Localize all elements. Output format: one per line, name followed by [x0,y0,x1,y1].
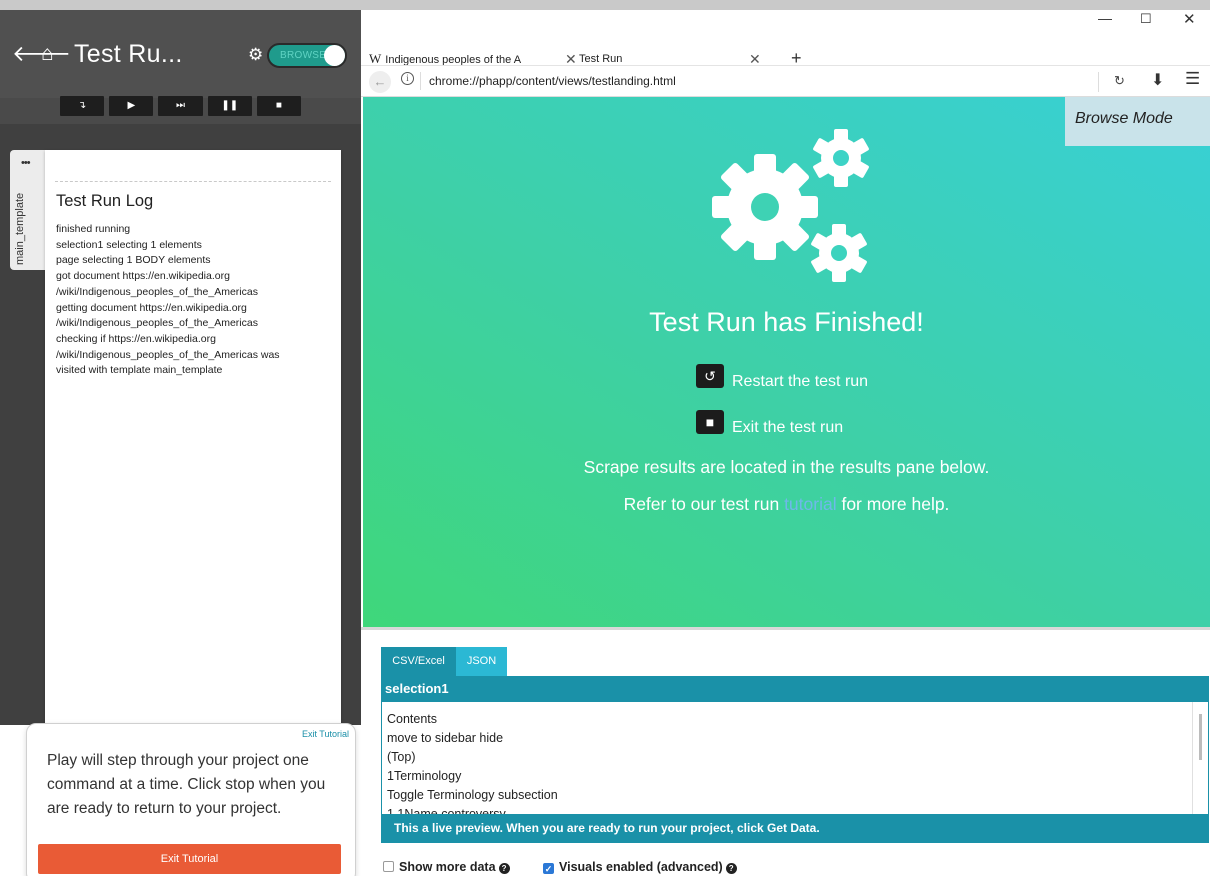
restart-label[interactable]: Restart the test run [732,373,868,390]
scrape-message: Scrape results are located in the result… [583,457,990,477]
skip-forward-icon: ⏭ [176,100,185,111]
scrollbar[interactable] [1192,702,1208,814]
log-line: got document https://en.wikipedia.org [56,270,230,283]
visuals-option[interactable]: ✓ Visuals enabled (advanced)? [543,860,737,874]
step-button[interactable]: ↴ [60,96,105,116]
exit-label[interactable]: Exit the test run [732,419,843,436]
help-suffix: for more help. [836,494,950,514]
preview-notice: This a live preview. When you are ready … [381,814,1209,843]
tab-label: Test Run [579,53,623,65]
help-icon[interactable]: ? [725,863,737,874]
log-line: /wiki/Indigenous_peoples_of_the_Americas [56,317,258,330]
pause-icon: ❚❚ [221,100,239,111]
download-icon[interactable]: ⬇ [1151,70,1164,90]
app-title: Test Ru... [74,40,183,68]
list-item: 1Terminology [387,769,462,783]
visuals-label: Visuals enabled (advanced) [559,860,723,874]
restart-icon[interactable]: ↺ [696,364,724,388]
tab-csv-excel[interactable]: CSV/Excel [381,647,456,676]
tutorial-text: Play will step through your project one … [47,752,326,817]
stop-icon[interactable]: ■ [696,410,724,434]
list-item: move to sidebar hide [387,731,504,745]
pause-button[interactable]: ❚❚ [207,96,252,116]
log-title: Test Run Log [56,192,154,210]
selection-header: selection1 [381,676,1209,702]
minimize-icon[interactable]: — [1098,10,1112,26]
list-item: Contents [387,712,438,726]
app-header: 🡐 ⌂ Test Ru... ⚙ BROWSE [0,10,361,98]
browser-window: — ☐ ✕ W Indigenous peoples of the A ✕ Tes… [361,0,1210,876]
log-line: /wiki/Indigenous_peoples_of_the_Americas [56,285,258,298]
maximize-icon[interactable]: ☐ [1140,11,1152,27]
url-input[interactable]: chrome://phapp/content/views/testlanding… [429,74,676,88]
scrollbar-thumb[interactable] [1199,714,1202,760]
show-more-checkbox[interactable] [383,861,394,872]
log-lines: finished running selection1 selecting 1 … [56,222,336,379]
browse-toggle-label: BROWSE [280,50,327,61]
window-top-strip [0,0,361,10]
url-bar: ← i chrome://phapp/content/views/testlan… [361,65,1210,97]
title-bar: — ☐ ✕ W Indigenous peoples of the A ✕ Tes… [361,10,1210,68]
menu-icon[interactable]: ☰ [1185,69,1200,89]
gear-icon[interactable]: ⚙ [248,46,263,63]
run-controls: ↴ ▶ ⏭ ❚❚ ■ [60,96,302,116]
home-icon[interactable]: ⌂ [41,43,54,65]
exit-tutorial-link[interactable]: Exit Tutorial [302,729,349,739]
restart-action[interactable]: ↺ Restart the test run [696,364,868,390]
test-run-log: Test Run Log finished running selection1… [45,150,341,728]
log-line: finished running [56,223,131,235]
template-tab-label: main_template [14,192,26,265]
stop-button[interactable]: ■ [256,96,302,116]
step-over-icon: ↴ [77,100,87,111]
screen: 🡐 ⌂ Test Ru... ⚙ BROWSE ↴ ▶ ⏭ ❚❚ ■ ••• m… [0,0,1210,876]
divider [420,72,421,90]
exit-tutorial-button[interactable]: Exit Tutorial [38,844,341,874]
tab-json[interactable]: JSON [456,647,507,676]
help-prefix: Refer to our test run [623,494,785,514]
show-more-option[interactable]: Show more data? [383,860,510,874]
selection-results: Contents move to sidebar hide (Top) 1Ter… [381,702,1209,814]
more-dots-icon: ••• [21,157,31,169]
browse-mode-badge: Browse Mode [1065,97,1210,146]
help-message: Refer to our test run tutorial for more … [363,494,1210,515]
result-items: Contents move to sidebar hide (Top) 1Ter… [387,710,558,814]
browse-toggle[interactable]: BROWSE [267,43,347,68]
play-icon: ▶ [127,100,136,111]
log-line: visited with template main_template [56,364,223,377]
log-line: selection1 selecting 1 elements [56,238,202,251]
log-line: /wiki/Indigenous_peoples_of_the_Americas… [56,348,280,361]
close-icon[interactable]: ✕ [1183,10,1196,28]
tutorial-link[interactable]: tutorial [784,494,837,514]
app-panel: 🡐 ⌂ Test Ru... ⚙ BROWSE ↴ ▶ ⏭ ❚❚ ■ ••• m… [0,0,361,876]
play-button[interactable]: ▶ [109,96,154,116]
help-icon[interactable]: ? [498,863,510,874]
divider [55,181,331,182]
reload-icon[interactable]: ↻ [1114,73,1125,89]
pane-divider[interactable] [361,627,1210,630]
wikipedia-icon: W [369,51,382,66]
list-item: 1.1Name controversy [387,807,506,814]
toggle-knob [324,45,345,66]
list-item: Toggle Terminology subsection [387,788,558,802]
title-bar-strip [361,0,1210,10]
back-icon[interactable]: ← [369,71,391,93]
info-icon[interactable]: i [401,72,414,85]
log-line: getting document https://en.wikipedia.or… [56,301,247,314]
tutorial-popup: Exit Tutorial Play will step through you… [26,723,356,876]
exit-action[interactable]: ■ Exit the test run [696,410,843,436]
stop-icon: ■ [275,100,282,111]
list-item: (Top) [387,750,416,764]
results-pane: CSV/Excel JSON selection1 Contents move … [381,647,1209,845]
divider [1098,72,1099,92]
skip-button[interactable]: ⏭ [158,96,203,116]
template-tab[interactable]: ••• main_template [10,150,47,270]
page-heading: Test Run has Finished! [649,307,924,337]
log-line: checking if https://en.wikipedia.org [56,332,216,345]
show-more-label: Show more data [399,860,496,874]
gears-icon [712,129,869,282]
visuals-checkbox[interactable]: ✓ [543,863,554,874]
log-line: page selecting 1 BODY elements [56,254,211,267]
test-landing-page: Browse Mode Test Run has Finished! ↺ Res… [363,97,1210,627]
